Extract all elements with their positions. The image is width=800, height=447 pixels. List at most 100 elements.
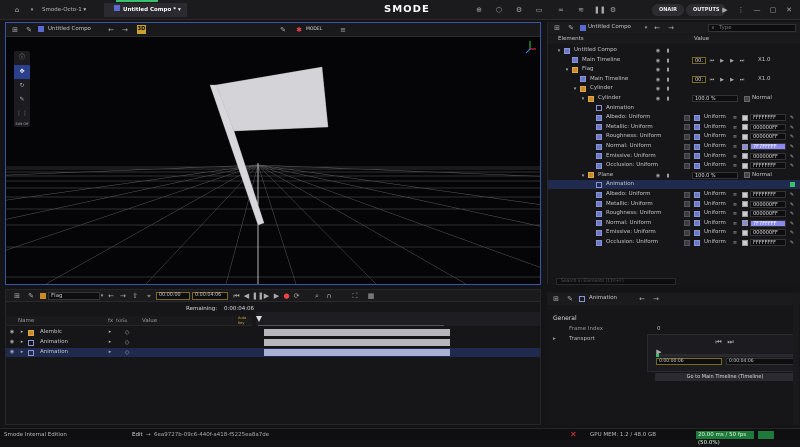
pause-icon[interactable]: ❚❚: [252, 291, 264, 301]
link-icon[interactable]: ∞: [556, 5, 566, 15]
tree-row[interactable]: Occlusion: Uniform Uniform ≡ FFFFFFFF ✎: [548, 238, 800, 247]
crosshair-icon[interactable]: ⊕: [474, 5, 484, 15]
step-back-icon[interactable]: ◀: [242, 291, 251, 301]
eyedropper-icon[interactable]: ✎: [788, 238, 796, 248]
tree-row[interactable]: Animation: [548, 180, 800, 190]
upload-icon[interactable]: ⇧: [130, 291, 140, 301]
color-swatch[interactable]: [742, 210, 748, 217]
color-swatch[interactable]: [742, 124, 748, 131]
lock-icon[interactable]: ▮: [664, 46, 672, 56]
color-hex-field[interactable]: 000000FF: [750, 152, 786, 160]
link-icon[interactable]: [684, 210, 690, 217]
zoom-icon[interactable]: ⌕: [312, 291, 322, 301]
eyedropper-icon[interactable]: ✎: [788, 142, 796, 152]
color-hex-field[interactable]: FFFFFFFF: [750, 114, 786, 122]
tree-row[interactable]: Normal: Uniform Uniform ≡ 7F7FFFFF ✎: [548, 142, 800, 151]
color-swatch[interactable]: [742, 133, 748, 140]
list-icon[interactable]: ≡: [731, 238, 739, 248]
link-icon[interactable]: [684, 201, 690, 208]
timeline-track[interactable]: [264, 329, 450, 336]
tab-value[interactable]: Value: [694, 35, 709, 44]
tree-row[interactable]: Main Timeline ◉ ▮ 00: ⏮ ▶ ▶ ⏭ X1.0: [548, 56, 800, 65]
keyframe-icon[interactable]: ◇: [122, 348, 132, 357]
expand-icon[interactable]: ▾: [580, 94, 586, 104]
loop-icon[interactable]: ⟳: [292, 291, 301, 301]
arrow-left-icon[interactable]: ←: [637, 294, 647, 304]
list-icon[interactable]: ≡: [731, 152, 739, 162]
tree-row[interactable]: Emissive: Uniform Uniform ≡ 000000FF ✎: [548, 152, 800, 161]
tree-row[interactable]: Roughness: Uniform Uniform ≡ 000000FF ✎: [548, 132, 800, 141]
tree-row[interactable]: Metallic: Uniform Uniform ≡ 000000FF ✎: [548, 123, 800, 132]
home-icon[interactable]: ⌂: [12, 5, 22, 15]
lock-icon[interactable]: ▮: [664, 75, 672, 85]
tree-row[interactable]: ▾ Untitled Compo ◉ ▮: [548, 46, 800, 55]
elements-search-input[interactable]: Search in Elements (Ctrl+F): [556, 278, 676, 285]
color-hex-field[interactable]: 000000FF: [750, 123, 786, 131]
tree-row[interactable]: ▾ Cylinder ◉ ▮ 100.0 % Normal: [548, 94, 800, 103]
color-swatch[interactable]: [742, 220, 748, 227]
hexagon-icon[interactable]: ⬡: [494, 5, 504, 15]
monitor-icon[interactable]: ▭: [534, 5, 544, 15]
color-swatch[interactable]: [742, 143, 748, 150]
goto-main-timeline-button[interactable]: Go to Main Timeline (Timeline): [655, 373, 795, 381]
skip-start-icon[interactable]: ⏮: [708, 56, 716, 66]
transport-time-total[interactable]: 0:00:04:06: [726, 358, 794, 365]
focus-icon[interactable]: ⊞: [551, 294, 561, 304]
color-hex-field[interactable]: 000000FF: [750, 133, 786, 141]
pin-icon[interactable]: ✎: [26, 291, 36, 301]
color-swatch[interactable]: [742, 201, 748, 208]
pause-icon[interactable]: ❚❚: [594, 5, 606, 15]
color-swatch[interactable]: [742, 239, 748, 246]
network-icon[interactable]: ⚙: [514, 5, 524, 15]
speed-label[interactable]: X1.0: [758, 56, 771, 65]
maximize-icon[interactable]: ▢: [768, 5, 778, 15]
grid-icon[interactable]: ▦: [366, 291, 376, 301]
list-icon[interactable]: ≡: [731, 219, 739, 229]
color-hex-field[interactable]: 000000FF: [750, 229, 786, 237]
expand-icon[interactable]: ▸: [18, 328, 26, 337]
transport-time-current[interactable]: 0:00:00:06: [656, 358, 722, 365]
step-forward-icon[interactable]: ▶: [272, 291, 281, 301]
link-icon[interactable]: [684, 143, 690, 150]
lock-icon[interactable]: ▮: [664, 56, 672, 66]
lock-icon[interactable]: ▮: [664, 65, 672, 75]
waveform-icon[interactable]: ≋: [576, 5, 586, 15]
visibility-icon[interactable]: ◉: [654, 56, 662, 66]
onair-button[interactable]: ONAIR: [652, 4, 685, 16]
eyedropper-icon[interactable]: ✎: [788, 219, 796, 229]
visibility-icon[interactable]: ◉: [654, 171, 662, 181]
tree-row[interactable]: Emissive: Uniform Uniform ≡ 000000FF ✎: [548, 228, 800, 237]
focus-icon[interactable]: ⊞: [12, 291, 22, 301]
tree-row[interactable]: ▾ Cylinder ◉ ▮: [548, 84, 800, 93]
color-swatch[interactable]: [742, 162, 748, 169]
list-icon[interactable]: ≡: [731, 209, 739, 219]
color-hex-field[interactable]: 000000FF: [750, 200, 786, 208]
step-forward-icon[interactable]: ▶: [728, 75, 736, 85]
color-swatch[interactable]: [742, 114, 748, 121]
search-input[interactable]: Type: [708, 24, 796, 32]
color-swatch[interactable]: [742, 229, 748, 236]
step-forward-icon[interactable]: ▶: [728, 56, 736, 66]
tree-row[interactable]: ▾ Plane ◉ ▮ 100.0 % Normal: [548, 171, 800, 180]
eyedropper-icon[interactable]: ✎: [788, 113, 796, 123]
tree-row[interactable]: Occlusion: Uniform Uniform ≡ FFFFFFFF ✎: [548, 161, 800, 170]
time-ruler[interactable]: [256, 312, 540, 326]
error-icon[interactable]: ✕: [570, 430, 577, 439]
timeline-row[interactable]: ◉ ▸ Animation ▸ ◇: [6, 338, 540, 347]
link-icon[interactable]: [684, 124, 690, 131]
link-icon[interactable]: [684, 229, 690, 236]
link-icon[interactable]: [684, 220, 690, 227]
play-icon[interactable]: ▶: [718, 75, 726, 85]
link-icon[interactable]: [684, 114, 690, 121]
color-hex-field[interactable]: 000000FF: [750, 210, 786, 218]
magnet-icon[interactable]: ∩: [324, 291, 334, 301]
list-icon[interactable]: ≡: [731, 190, 739, 200]
play-icon[interactable]: ▶: [718, 56, 726, 66]
timecode-end[interactable]: 0:00:04:06: [192, 292, 228, 300]
timeline-track[interactable]: [264, 349, 450, 356]
record-icon[interactable]: ●: [282, 291, 291, 301]
tree-row[interactable]: Main Timeline ◉ ▮ 00: ⏮ ▶ ▶ ⏭ X1.0: [548, 75, 800, 84]
link-icon[interactable]: [684, 191, 690, 198]
list-icon[interactable]: ≡: [731, 228, 739, 238]
blend-mode[interactable]: Normal: [752, 94, 772, 103]
